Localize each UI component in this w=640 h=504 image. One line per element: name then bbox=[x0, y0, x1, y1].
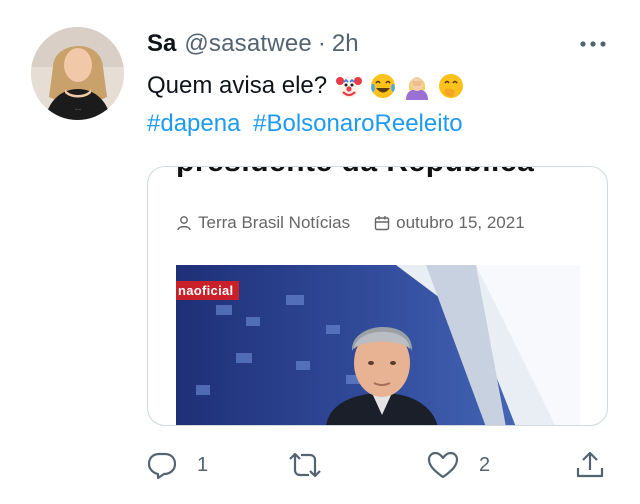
heart-icon bbox=[427, 451, 459, 479]
card-date-text: outubro 15, 2021 bbox=[396, 213, 525, 232]
share-button[interactable] bbox=[575, 450, 605, 480]
tv-channel-label: naoficial bbox=[176, 281, 240, 300]
card-headline: presidente da República bbox=[176, 167, 534, 179]
tweet-actions: 1 2 bbox=[147, 450, 612, 484]
retweet-icon bbox=[289, 452, 321, 478]
reply-icon bbox=[147, 452, 177, 480]
tweet-header: Sa @sasatwee · 2h bbox=[147, 28, 610, 60]
calendar-icon bbox=[374, 216, 390, 231]
separator-dot: · bbox=[317, 30, 326, 57]
card-source-name: Terra Brasil Notícias bbox=[198, 213, 351, 232]
svg-text:·····: ····· bbox=[75, 107, 81, 112]
reply-count: 1 bbox=[197, 453, 209, 476]
tweet-text: Quem avisa ele? bbox=[147, 70, 465, 102]
card-thumbnail: naoficial bbox=[176, 265, 580, 425]
tweet-timestamp[interactable]: 2h bbox=[332, 30, 359, 58]
user-icon bbox=[177, 216, 191, 231]
author-handle[interactable]: @sasatwee bbox=[184, 30, 312, 58]
person-facepalming-icon bbox=[406, 77, 429, 100]
card-source: Terra Brasil Notícias bbox=[176, 213, 350, 233]
reply-button[interactable]: 1 bbox=[147, 450, 208, 480]
like-button[interactable]: 2 bbox=[427, 450, 490, 480]
avatar[interactable]: ····· bbox=[31, 27, 124, 120]
author-name[interactable]: Sa bbox=[147, 30, 176, 58]
link-preview-card[interactable]: presidente da República Terra Brasil Not… bbox=[147, 166, 608, 426]
face-with-tears-of-joy-icon bbox=[371, 74, 396, 98]
hashtag-bolsonaro-reeleito[interactable]: #BolsonaroReeleito bbox=[253, 110, 462, 137]
tweet-body: Quem avisa ele? bbox=[147, 72, 328, 99]
clown-face-icon bbox=[336, 76, 363, 98]
card-meta: Terra Brasil Notícias outubro 15, 2021 bbox=[176, 213, 525, 233]
card-date: outubro 15, 2021 bbox=[374, 213, 525, 233]
more-options-icon[interactable] bbox=[578, 34, 608, 54]
face-with-hand-over-mouth-icon bbox=[439, 74, 464, 98]
avatar-photo: ····· bbox=[31, 27, 124, 120]
hashtag-dapena[interactable]: #dapena bbox=[147, 110, 240, 137]
hashtag-list: #dapena #BolsonaroReeleito bbox=[147, 108, 463, 140]
retweet-button[interactable] bbox=[287, 450, 343, 480]
like-count: 2 bbox=[479, 453, 491, 476]
share-icon bbox=[576, 451, 604, 478]
